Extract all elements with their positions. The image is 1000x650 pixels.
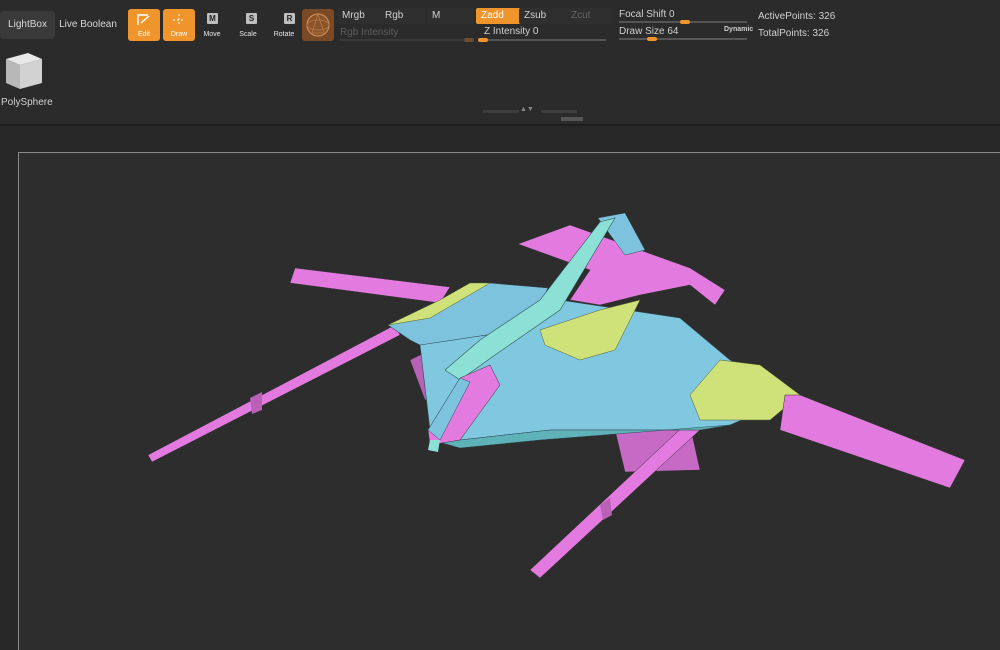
zadd-button[interactable]: Zadd — [476, 8, 521, 24]
dynamic-toggle[interactable]: Dynamic — [724, 26, 753, 33]
spaceship-model[interactable] — [18, 152, 1000, 650]
focal-shift-knob[interactable] — [680, 20, 690, 24]
rotate-hotkey: R — [284, 13, 295, 24]
draw-button[interactable]: Draw — [163, 9, 195, 41]
draw-size-knob[interactable] — [647, 37, 657, 41]
shelf-scrollbar[interactable] — [561, 117, 583, 121]
z-intensity-label: Z Intensity 0 — [484, 26, 539, 37]
draw-size-label: Draw Size 64 — [619, 26, 679, 37]
focal-shift-label: Focal Shift 0 — [619, 9, 675, 20]
edit-label: Edit — [137, 31, 151, 38]
collapse-handle-right[interactable] — [541, 110, 577, 113]
edit-icon — [137, 14, 150, 25]
collapse-arrows-icon[interactable]: ▲▼ — [520, 106, 534, 113]
scale-label: Scale — [239, 31, 257, 38]
zsub-button[interactable]: Zsub — [519, 8, 568, 24]
total-points-readout: TotalPoints: 326 — [758, 28, 830, 39]
mrgb-button[interactable]: Mrgb — [337, 8, 382, 24]
draw-label: Draw — [170, 31, 188, 38]
lightbox-button[interactable]: LightBox — [0, 11, 55, 39]
move-hotkey: M — [207, 13, 218, 24]
move-button[interactable]: M Move — [196, 9, 228, 41]
current-tool-label: PolySphere — [1, 97, 53, 108]
cube-icon — [6, 53, 42, 89]
z-intensity-track[interactable] — [478, 39, 606, 41]
scale-button[interactable]: S Scale — [232, 9, 264, 41]
zcut-button[interactable]: Zcut — [566, 8, 611, 24]
top-toolbar: LightBox Live Boolean Edit Draw M Move S… — [0, 0, 1000, 124]
edit-button[interactable]: Edit — [128, 9, 160, 41]
rgb-button[interactable]: Rgb — [380, 8, 425, 24]
material-sphere-icon — [306, 12, 330, 37]
material-button[interactable] — [302, 9, 334, 41]
toolbar-divider — [0, 124, 1000, 126]
live-boolean-button[interactable]: Live Boolean — [58, 11, 118, 39]
rgb-intensity-track[interactable] — [340, 39, 472, 41]
draw-icon — [173, 14, 185, 26]
document-canvas[interactable] — [18, 152, 1000, 650]
rgb-intensity-knob[interactable] — [464, 38, 474, 42]
current-tool-thumbnail[interactable] — [0, 45, 46, 93]
move-label: Move — [203, 31, 221, 38]
rotate-button[interactable]: R Rotate — [268, 9, 300, 41]
rotate-label: Rotate — [273, 31, 295, 38]
m-button[interactable]: M — [427, 8, 474, 24]
scale-hotkey: S — [246, 13, 257, 24]
active-points-readout: ActivePoints: 326 — [758, 11, 836, 22]
draw-size-track[interactable] — [619, 38, 747, 40]
z-intensity-knob[interactable] — [478, 38, 488, 42]
rgb-intensity-label: Rgb Intensity — [340, 27, 399, 38]
collapse-handle-left[interactable] — [483, 110, 519, 113]
